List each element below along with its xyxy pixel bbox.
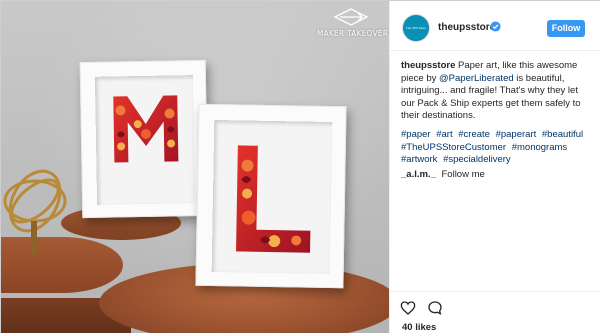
quilled-letter-m bbox=[113, 95, 179, 163]
post-caption: theupsstore Paper art, like this awesome… bbox=[401, 60, 593, 123]
hashtag-link[interactable]: #TheUPSStoreCustomer bbox=[401, 142, 506, 153]
arrow-logo-icon bbox=[333, 8, 369, 26]
caption-username[interactable]: theupsstore bbox=[401, 60, 455, 71]
hashtag-link[interactable]: #specialdelivery bbox=[443, 154, 511, 165]
avatar-text: The UPS Store bbox=[405, 25, 427, 30]
frame-mat bbox=[211, 119, 333, 275]
post-sidebar: The UPS Store theupsstore Follow theupss… bbox=[389, 1, 600, 333]
quilled-letter-l bbox=[236, 145, 311, 253]
hashtag-link[interactable]: #paperart bbox=[496, 129, 537, 140]
instagram-post: MAKER TAKEOVER The UPS Store theupsstore… bbox=[0, 0, 600, 333]
brass-sculpture bbox=[3, 169, 67, 255]
post-actions: 40 likes bbox=[390, 291, 600, 333]
avatar[interactable]: The UPS Store bbox=[402, 14, 430, 42]
caption-mention[interactable]: @PaperLiberated bbox=[439, 73, 514, 84]
header-username[interactable]: theupsstore bbox=[438, 22, 495, 33]
comment-icon[interactable] bbox=[427, 300, 443, 316]
maker-takeover-logo: MAKER TAKEOVER bbox=[317, 7, 389, 47]
comment-row: _a.l.m._ Follow me bbox=[401, 169, 593, 180]
comment-username[interactable]: _a.l.m._ bbox=[401, 169, 436, 180]
hashtag-link[interactable]: #art bbox=[436, 129, 452, 140]
verified-badge-icon bbox=[490, 21, 501, 32]
hashtag-link[interactable]: #create bbox=[458, 129, 490, 140]
follow-button[interactable]: Follow bbox=[547, 20, 585, 37]
hashtag-link[interactable]: #monograms bbox=[512, 142, 567, 153]
maker-takeover-text: MAKER TAKEOVER bbox=[317, 29, 389, 38]
hashtag-link[interactable]: #beautiful bbox=[542, 129, 583, 140]
hashtag-list: #paper #art #create #paperart #beautiful… bbox=[401, 129, 593, 167]
heart-icon[interactable] bbox=[400, 300, 416, 316]
likes-count[interactable]: 40 likes bbox=[402, 322, 436, 333]
comment-text: Follow me bbox=[441, 169, 485, 180]
frame-mat bbox=[94, 75, 196, 205]
frame-letter-l bbox=[195, 103, 347, 289]
hashtag-link[interactable]: #paper bbox=[401, 129, 431, 140]
frame-letter-m bbox=[79, 59, 209, 219]
hashtag-link[interactable]: #artwork bbox=[401, 154, 437, 165]
post-photo[interactable]: MAKER TAKEOVER bbox=[1, 1, 389, 333]
post-header: The UPS Store theupsstore Follow bbox=[390, 1, 600, 51]
